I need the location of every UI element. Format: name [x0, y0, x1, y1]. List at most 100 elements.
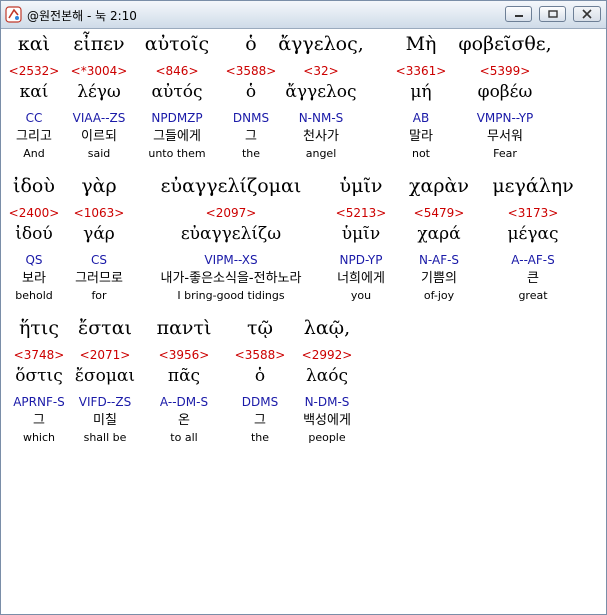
minimize-icon: [514, 15, 523, 17]
word-column[interactable]: λαῷ, <2992> λαός N-DM-S 백성에게 people: [297, 313, 357, 453]
word-column[interactable]: ἥτις <3748> ὅστις APRNF-S 그 which: [4, 313, 74, 453]
korean-gloss: 이르되: [81, 129, 117, 144]
english-gloss: said: [87, 147, 111, 160]
parse-code: DNMS: [232, 111, 270, 125]
lemma: καί: [19, 82, 49, 102]
lemma: ὑμῖν: [341, 224, 381, 244]
strong-number: <2400>: [8, 206, 60, 220]
word-column[interactable]: αὐτοῖς <846> αὐτός NPDMZP 그들에게 unto them: [135, 29, 219, 169]
strong-number: <3361>: [395, 64, 447, 78]
word-column[interactable]: ἰδοὺ <2400> ἰδού QS 보라 behold: [4, 171, 64, 311]
greek-word: Μὴ: [405, 33, 437, 55]
strong-number: <846>: [155, 64, 199, 78]
parse-code: CS: [91, 253, 107, 267]
english-gloss: not: [411, 147, 430, 160]
parse-code: DDMS: [241, 395, 279, 409]
lemma: γάρ: [83, 224, 115, 244]
english-gloss: I bring-good tidings: [177, 289, 285, 302]
greek-word: ἄγγελος,: [278, 33, 364, 55]
greek-word: τῷ: [246, 317, 273, 339]
parse-code: N-DM-S: [304, 395, 350, 409]
lemma: πᾶς: [167, 366, 201, 386]
greek-word: εἶπεν: [73, 33, 125, 55]
parse-code: APRNF-S: [13, 395, 65, 409]
korean-gloss: 그러므로: [75, 271, 123, 286]
strong-number: <*3004>: [70, 64, 128, 78]
minimize-button[interactable]: [505, 6, 532, 22]
word-column[interactable]: εἶπεν <*3004> λέγω VIAA--ZS 이르되 said: [66, 29, 132, 169]
parse-code: A--AF-S: [511, 253, 555, 267]
korean-gloss: 큰: [527, 271, 539, 286]
english-gloss: And: [23, 147, 45, 160]
greek-word: παντὶ: [156, 317, 212, 339]
greek-word: εὐαγγελίζομαι: [160, 175, 302, 197]
korean-gloss: 기쁨의: [421, 271, 457, 286]
strong-number: <32>: [303, 64, 339, 78]
greek-word: μεγάλην: [492, 175, 574, 197]
korean-gloss: 내가-좋은소식을-전하노라: [160, 271, 302, 286]
lemma: φοβέω: [477, 82, 533, 102]
lemma: ἔσομαι: [74, 366, 136, 386]
korean-gloss: 말라: [409, 129, 433, 144]
strong-number: <5399>: [479, 64, 531, 78]
strong-number: <3588>: [225, 64, 277, 78]
strong-number: <3588>: [234, 348, 286, 362]
window-title: @원전본해 - 눅 2:10: [27, 9, 137, 23]
greek-word: ἥτις: [19, 317, 59, 339]
lemma: ἰδού: [15, 224, 53, 244]
lemma: αὐτός: [151, 82, 203, 102]
close-button[interactable]: [573, 6, 601, 22]
korean-gloss: 그: [245, 129, 257, 144]
word-column[interactable]: τῷ <3588> ὁ DDMS 그 the: [234, 313, 286, 453]
korean-gloss: 무서워: [487, 129, 523, 144]
english-gloss: behold: [15, 289, 53, 302]
word-column[interactable]: καὶ <2532> καί CC 그리고 And: [4, 29, 64, 169]
maximize-icon: [547, 10, 558, 18]
word-column[interactable]: Μὴ <3361> μή AB 말라 not: [391, 29, 451, 169]
word-column[interactable]: μεγάλην <3173> μέγας A--AF-S 큰 great: [485, 171, 581, 311]
app-icon: [5, 6, 22, 23]
greek-word: αὐτοῖς: [144, 33, 210, 55]
english-gloss: the: [241, 147, 261, 160]
greek-word: λαῷ,: [303, 317, 351, 339]
strong-number: <2532>: [8, 64, 60, 78]
korean-gloss: 천사가: [303, 129, 339, 144]
lemma: ἄγγελος: [285, 82, 357, 102]
lemma: ὁ: [245, 82, 257, 102]
english-gloss: angel: [305, 147, 337, 160]
greek-word: χαρὰν: [409, 175, 469, 197]
strong-number: <3748>: [13, 348, 65, 362]
parse-code: CC: [25, 111, 43, 125]
parse-code: VIPM--XS: [204, 253, 258, 267]
strong-number: <3956>: [158, 348, 210, 362]
maximize-button[interactable]: [539, 6, 566, 22]
strong-number: <3173>: [507, 206, 559, 220]
word-column[interactable]: ὑμῖν <5213> ὑμῖν NPD-YP 너희에게 you: [329, 171, 393, 311]
word-column[interactable]: παντὶ <3956> πᾶς A--DM-S 온 to all: [148, 313, 220, 453]
parse-code: A--DM-S: [159, 395, 209, 409]
word-column[interactable]: εὐαγγελίζομαι <2097> εὐαγγελίζω VIPM--XS 내가-…: [143, 171, 319, 311]
english-gloss: the: [250, 431, 270, 444]
greek-word: ὁ: [245, 33, 257, 55]
greek-word: γὰρ: [81, 175, 117, 197]
parse-code: QS: [25, 253, 43, 267]
korean-gloss: 보라: [22, 271, 46, 286]
english-gloss: you: [350, 289, 372, 302]
greek-word: καὶ: [17, 33, 51, 55]
lemma: εὐαγγελίζω: [180, 224, 282, 244]
word-column[interactable]: ὁ <3588> ὁ DNMS 그 the: [223, 29, 279, 169]
app-window: @원전본해 - 눅 2:10 καὶ <2532> καί CC 그리고 And εἶπεν…: [0, 0, 607, 615]
english-gloss: for: [91, 289, 107, 302]
korean-gloss: 너희에게: [337, 271, 385, 286]
word-column[interactable]: γὰρ <1063> γάρ CS 그러므로 for: [66, 171, 132, 311]
lemma: λέγω: [77, 82, 121, 102]
word-column[interactable]: χαρὰν <5479> χαρά N-AF-S 기쁨의 of-joy: [403, 171, 475, 311]
parse-code: N-AF-S: [418, 253, 460, 267]
korean-gloss: 그: [33, 413, 45, 428]
english-gloss: great: [518, 289, 548, 302]
parse-code: VIFD--ZS: [78, 395, 132, 409]
word-column[interactable]: φοβεῖσθε, <5399> φοβέω VMPN--YP 무서워 Fear: [455, 29, 555, 169]
title-bar[interactable]: @원전본해 - 눅 2:10: [1, 1, 606, 29]
word-column[interactable]: ἄγγελος, <32> ἄγγελος N-NM-S 천사가 angel: [273, 29, 369, 169]
word-column[interactable]: ἔσται <2071> ἔσομαι VIFD--ZS 미칠 shall be: [69, 313, 141, 453]
